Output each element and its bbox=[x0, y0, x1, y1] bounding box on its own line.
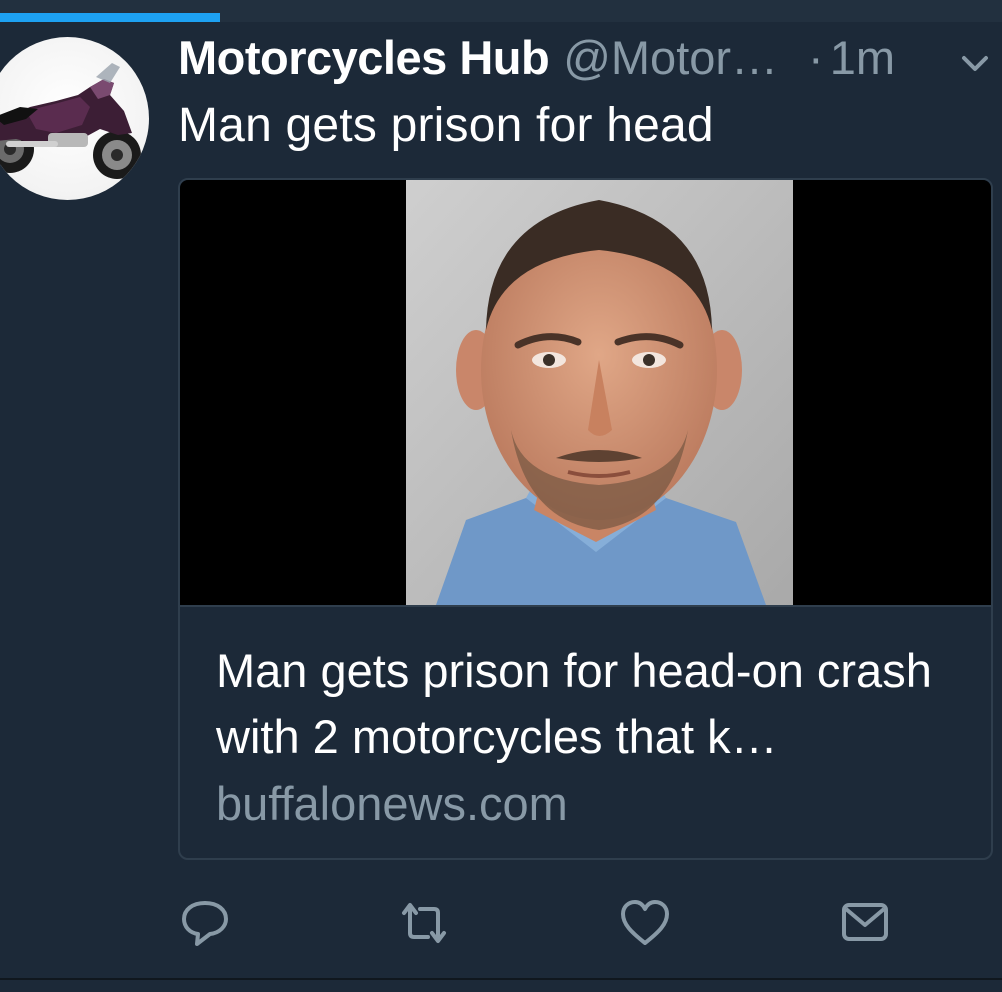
reply-icon[interactable] bbox=[177, 895, 233, 951]
link-preview-card[interactable]: Man gets prison for head-on crash with 2… bbox=[178, 178, 993, 860]
retweet-icon[interactable] bbox=[396, 895, 452, 951]
separator-dot: · bbox=[808, 31, 824, 84]
card-title[interactable]: Man gets prison for head-on crash with 2… bbox=[216, 638, 976, 770]
mugshot-photo bbox=[406, 180, 793, 605]
tweet-header: Motorcycles Hub @Motor… · 1m bbox=[178, 30, 895, 94]
chevron-down-icon[interactable] bbox=[958, 50, 992, 76]
tweet-bottom-divider bbox=[0, 978, 1002, 980]
display-name[interactable]: Motorcycles Hub bbox=[178, 30, 550, 85]
tweet-timestamp[interactable]: 1m bbox=[830, 30, 895, 85]
motorcycle-avatar-icon bbox=[0, 63, 141, 179]
tweet-text: Man gets prison for head bbox=[178, 99, 714, 152]
heart-icon[interactable] bbox=[617, 895, 673, 951]
card-domain[interactable]: buffalonews.com bbox=[216, 776, 568, 831]
user-handle[interactable]: @Motor… bbox=[563, 30, 778, 85]
card-divider bbox=[180, 605, 991, 607]
envelope-icon[interactable] bbox=[837, 895, 893, 951]
loading-progress-bar bbox=[0, 13, 221, 22]
card-media bbox=[180, 180, 991, 605]
top-status-strip bbox=[0, 0, 1002, 22]
portrait-image bbox=[406, 180, 793, 605]
avatar[interactable] bbox=[0, 37, 149, 200]
